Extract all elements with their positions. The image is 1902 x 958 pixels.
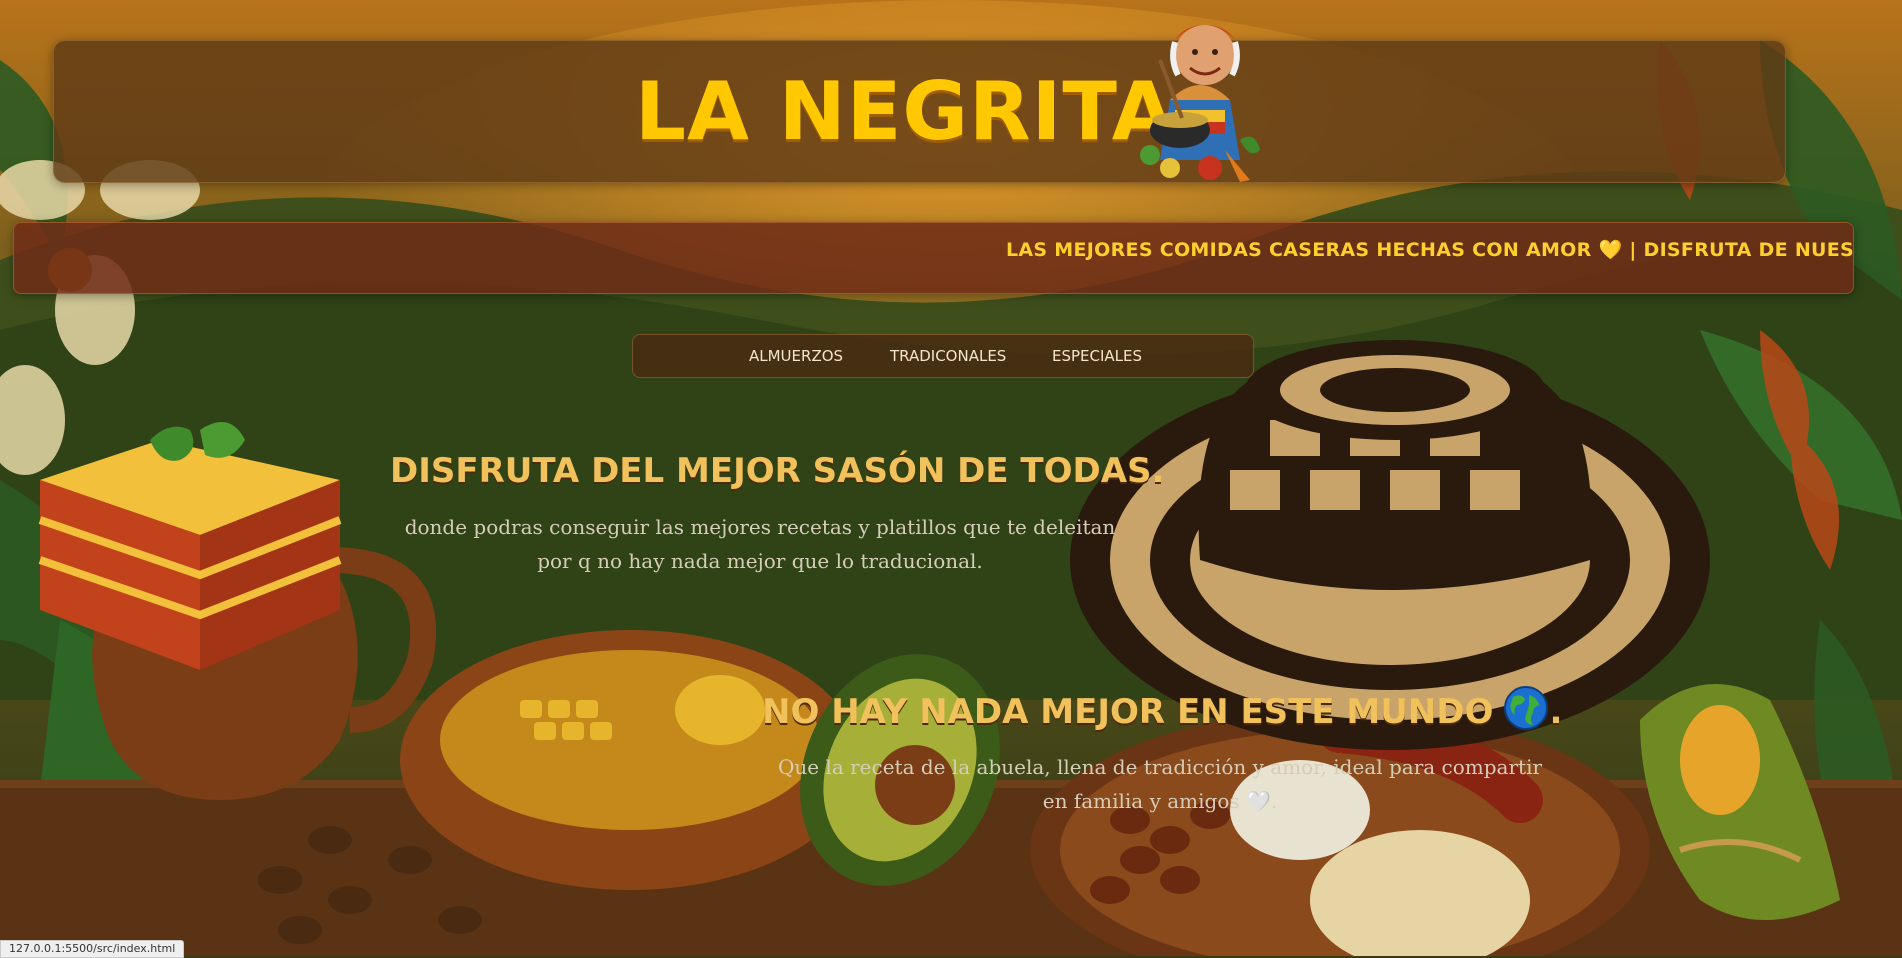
site-title: LA NEGRITA [635,65,1175,158]
section-paragraph-recetas: donde podras conseguir las mejores recet… [404,515,1116,573]
section-heading-sabor: DISFRUTA DEL MEJOR SASÓN DE TODAS. [390,451,1165,491]
status-bar-url: 127.0.0.1:5500/src/index.html [0,940,185,958]
main-nav: ALMUERZOS TRADICONALES ESPECIALES [632,334,1254,378]
heading-mundo-text: NO HAY NADA MEJOR EN ESTE MUNDO [762,692,1494,732]
heading-mundo-suffix: . [1549,692,1563,732]
section-paragraph-abuela: Que la receta de la abuela, llena de tra… [777,755,1543,813]
section-heading-mundo: NO HAY NADA MEJOR EN ESTE MUNDO . [762,685,1562,739]
nav-item-almuerzos[interactable]: ALMUERZOS [749,346,843,366]
marquee-text: LAS MEJORES COMIDAS CASERAS HECHAS CON A… [1006,239,1854,261]
grandma-cook-mascot-icon [1140,25,1260,182]
nav-item-especiales[interactable]: ESPECIALES [1052,346,1142,366]
announcement-marquee: LAS MEJORES COMIDAS CASERAS HECHAS CON A… [13,222,1854,294]
globe-icon [1504,686,1549,730]
nav-item-tradicionales[interactable]: TRADICONALES [890,346,1006,366]
